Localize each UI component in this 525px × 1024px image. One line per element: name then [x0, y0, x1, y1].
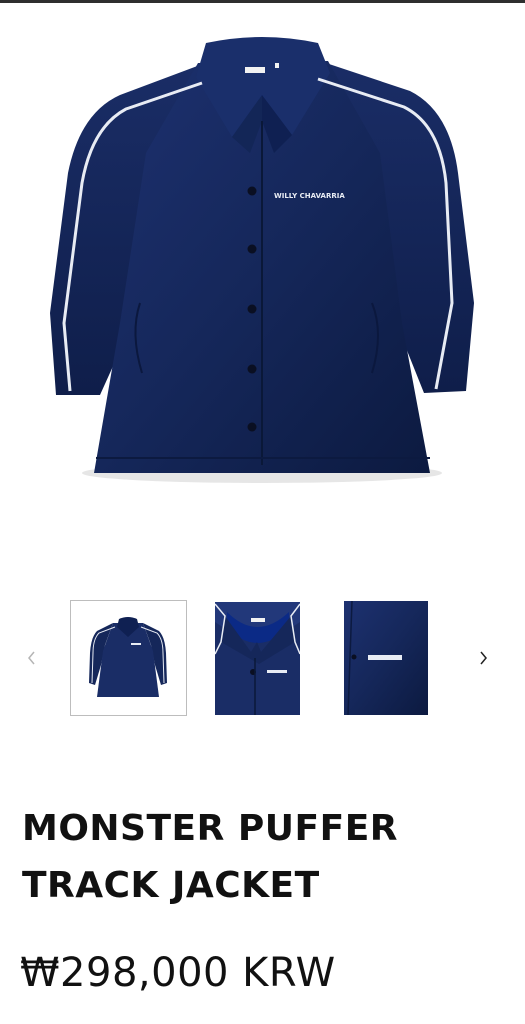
chevron-right-icon — [480, 651, 487, 665]
thumbnail-front-image — [71, 601, 186, 715]
thumbnail-collar-image — [215, 602, 300, 715]
chest-logo-text: WILLY CHAVARRIA — [274, 192, 345, 200]
carousel-prev-button[interactable] — [18, 644, 46, 672]
product-title-line-1: MONSTER PUFFER — [22, 808, 398, 849]
product-title: MONSTER PUFFER TRACK JACKET — [22, 800, 502, 914]
jacket-illustration: WILLY CHAVARRIA — [50, 37, 474, 483]
chevron-left-icon — [28, 651, 35, 665]
thumbnail-collar[interactable] — [215, 602, 300, 715]
thumbnail-front[interactable] — [70, 600, 187, 716]
thumbnail-logo[interactable] — [344, 601, 428, 715]
product-price: ₩298,000 KRW — [20, 950, 336, 996]
product-title-line-2: TRACK JACKET — [22, 865, 320, 906]
main-product-image[interactable]: WILLY CHAVARRIA — [0, 3, 525, 543]
carousel-next-button[interactable] — [469, 644, 497, 672]
thumbnail-logo-image — [344, 601, 428, 715]
thumbnail-carousel — [0, 600, 525, 718]
